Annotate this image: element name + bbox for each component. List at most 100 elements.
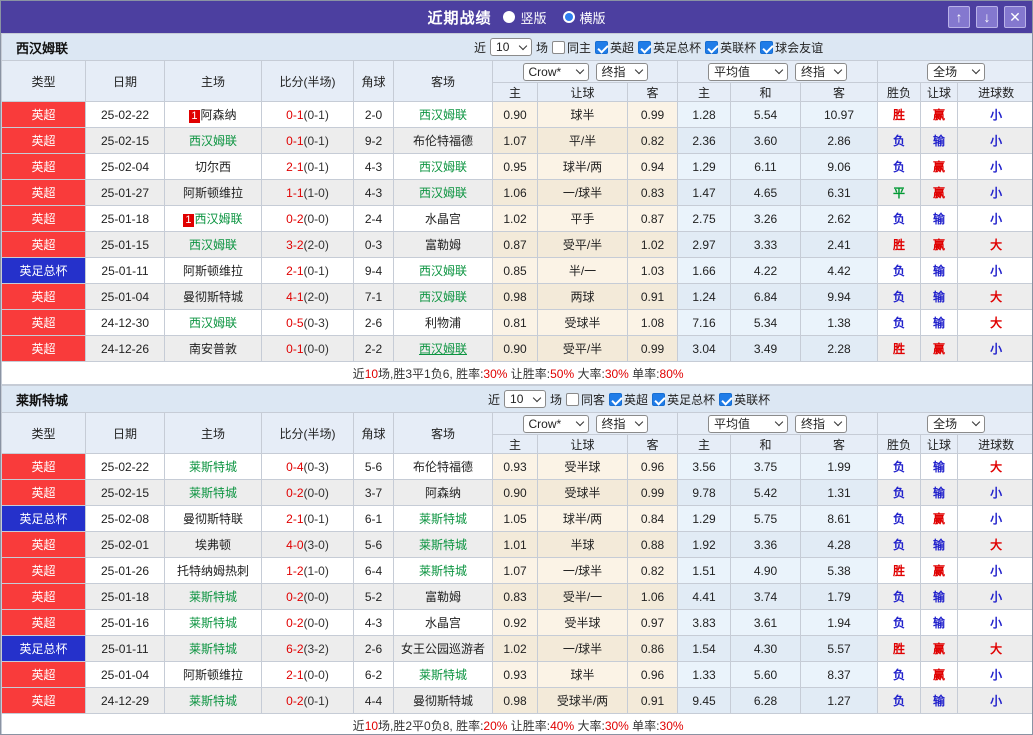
away-team[interactable]: 西汉姆联	[394, 180, 493, 206]
column-header-type: 类型	[2, 413, 86, 454]
radio-icon	[503, 11, 515, 23]
home-team[interactable]: 1西汉姆联	[165, 206, 262, 232]
crow-handicap: 球半	[538, 662, 628, 688]
home-team[interactable]: 莱斯特城	[165, 454, 262, 480]
league-filter-checkbox[interactable]: 英足总杯	[638, 39, 701, 56]
away-team[interactable]: 莱斯特城	[394, 506, 493, 532]
avg-away-odds: 10.97	[801, 102, 878, 128]
home-team[interactable]: 阿斯顿维拉	[165, 180, 262, 206]
subcolumn-header-handicap: 让球	[538, 83, 628, 102]
away-team[interactable]: 布伦特福德	[394, 128, 493, 154]
crow-handicap: 受球半/两	[538, 688, 628, 714]
crow-home-odds: 0.81	[493, 310, 538, 336]
league-badge: 英超	[2, 180, 86, 206]
subcolumn-header-handicap: 让球	[538, 435, 628, 454]
team-sections: 西汉姆联近10场同主英超英足总杯英联杯球会友谊类型日期主场比分(半场)角球客场C…	[1, 33, 1032, 735]
match-date: 25-01-18	[86, 206, 165, 232]
layout-radio-vertical[interactable]: 竖版	[503, 8, 546, 27]
subcolumn-header-wl: 胜负	[878, 83, 921, 102]
full-match-select[interactable]: 全场	[927, 415, 985, 433]
avg-stage-select[interactable]: 终指	[795, 63, 847, 81]
same-venue-checkbox[interactable]: 同客	[566, 391, 605, 408]
match-score: 0-5(0-3)	[262, 310, 354, 336]
select-value: 平均值	[714, 415, 750, 432]
league-filter-checkbox[interactable]: 英足总杯	[652, 391, 715, 408]
corner-score: 4-3	[354, 610, 394, 636]
away-team[interactable]: 西汉姆联	[394, 102, 493, 128]
away-team[interactable]: 水晶宫	[394, 206, 493, 232]
away-team[interactable]: 曼彻斯特城	[394, 688, 493, 714]
move-down-button[interactable]: ↓	[976, 6, 998, 28]
league-filter-checkbox[interactable]: 英超	[595, 39, 634, 56]
away-team[interactable]: 西汉姆联	[394, 258, 493, 284]
average-select[interactable]: 平均值	[708, 415, 788, 433]
home-team[interactable]: 曼彻斯特联	[165, 506, 262, 532]
away-team[interactable]: 莱斯特城	[394, 662, 493, 688]
home-team[interactable]: 西汉姆联	[165, 128, 262, 154]
league-filter-checkbox[interactable]: 球会友谊	[760, 39, 823, 56]
home-team[interactable]: 曼彻斯特城	[165, 284, 262, 310]
home-team[interactable]: 阿斯顿维拉	[165, 662, 262, 688]
home-team[interactable]: 莱斯特城	[165, 480, 262, 506]
away-team[interactable]: 莱斯特城	[394, 532, 493, 558]
home-team[interactable]: 阿斯顿维拉	[165, 258, 262, 284]
away-team[interactable]: 阿森纳	[394, 480, 493, 506]
avg-draw-odds: 3.75	[731, 454, 801, 480]
away-team[interactable]: 莱斯特城	[394, 558, 493, 584]
home-team[interactable]: 莱斯特城	[165, 584, 262, 610]
result-goals: 小	[958, 258, 1033, 284]
away-team[interactable]: 西汉姆联	[394, 154, 493, 180]
away-team[interactable]: 布伦特福德	[394, 454, 493, 480]
red-card-badge: 1	[183, 214, 193, 227]
league-filter-checkbox[interactable]: 英联杯	[705, 39, 756, 56]
avg-home-odds: 3.56	[678, 454, 731, 480]
home-team[interactable]: 莱斯特城	[165, 636, 262, 662]
home-team[interactable]: 托特纳姆热刺	[165, 558, 262, 584]
close-button[interactable]: ✕	[1004, 6, 1026, 28]
move-up-button[interactable]: ↑	[948, 6, 970, 28]
crow-home-odds: 0.93	[493, 454, 538, 480]
full-match-select[interactable]: 全场	[927, 63, 985, 81]
corner-score: 6-4	[354, 558, 394, 584]
away-team[interactable]: 富勒姆	[394, 232, 493, 258]
odds-stage-select[interactable]: 终指	[596, 63, 648, 81]
match-date: 25-02-22	[86, 454, 165, 480]
subcolumn-header-away_odds: 客	[628, 435, 678, 454]
match-date: 24-12-30	[86, 310, 165, 336]
same-venue-checkbox[interactable]: 同主	[552, 39, 591, 56]
home-team[interactable]: 切尔西	[165, 154, 262, 180]
away-team[interactable]: 富勒姆	[394, 584, 493, 610]
away-team[interactable]: 水晶宫	[394, 610, 493, 636]
away-team[interactable]: 西汉姆联	[394, 284, 493, 310]
avg-stage-select[interactable]: 终指	[795, 415, 847, 433]
league-filter-checkbox[interactable]: 英联杯	[719, 391, 770, 408]
crow-handicap: 受平/半	[538, 336, 628, 362]
match-date: 25-01-27	[86, 180, 165, 206]
away-team[interactable]: 西汉姆联	[394, 336, 493, 362]
recent-count-select[interactable]: 10	[504, 390, 546, 408]
crow-away-odds: 0.94	[628, 154, 678, 180]
home-team[interactable]: 西汉姆联	[165, 310, 262, 336]
red-card-badge: 1	[189, 110, 199, 123]
corner-score: 4-4	[354, 688, 394, 714]
odds-stage-select[interactable]: 终指	[596, 415, 648, 433]
average-select[interactable]: 平均值	[708, 63, 788, 81]
result-handicap: 输	[921, 532, 958, 558]
recent-count-select[interactable]: 10	[490, 38, 532, 56]
result-goals: 大	[958, 636, 1033, 662]
result-handicap: 输	[921, 454, 958, 480]
home-team[interactable]: 1阿森纳	[165, 102, 262, 128]
home-team[interactable]: 西汉姆联	[165, 232, 262, 258]
home-team[interactable]: 莱斯特城	[165, 688, 262, 714]
away-team[interactable]: 利物浦	[394, 310, 493, 336]
home-team[interactable]: 埃弗顿	[165, 532, 262, 558]
corner-score: 6-1	[354, 506, 394, 532]
league-filter-checkbox[interactable]: 英超	[609, 391, 648, 408]
bookmaker-select[interactable]: Crow*	[523, 63, 589, 81]
bookmaker-select[interactable]: Crow*	[523, 415, 589, 433]
away-team[interactable]: 女王公园巡游者	[394, 636, 493, 662]
crow-home-odds: 0.90	[493, 102, 538, 128]
home-team[interactable]: 南安普敦	[165, 336, 262, 362]
home-team[interactable]: 莱斯特城	[165, 610, 262, 636]
layout-radio-horizontal[interactable]: 横版	[563, 8, 606, 27]
